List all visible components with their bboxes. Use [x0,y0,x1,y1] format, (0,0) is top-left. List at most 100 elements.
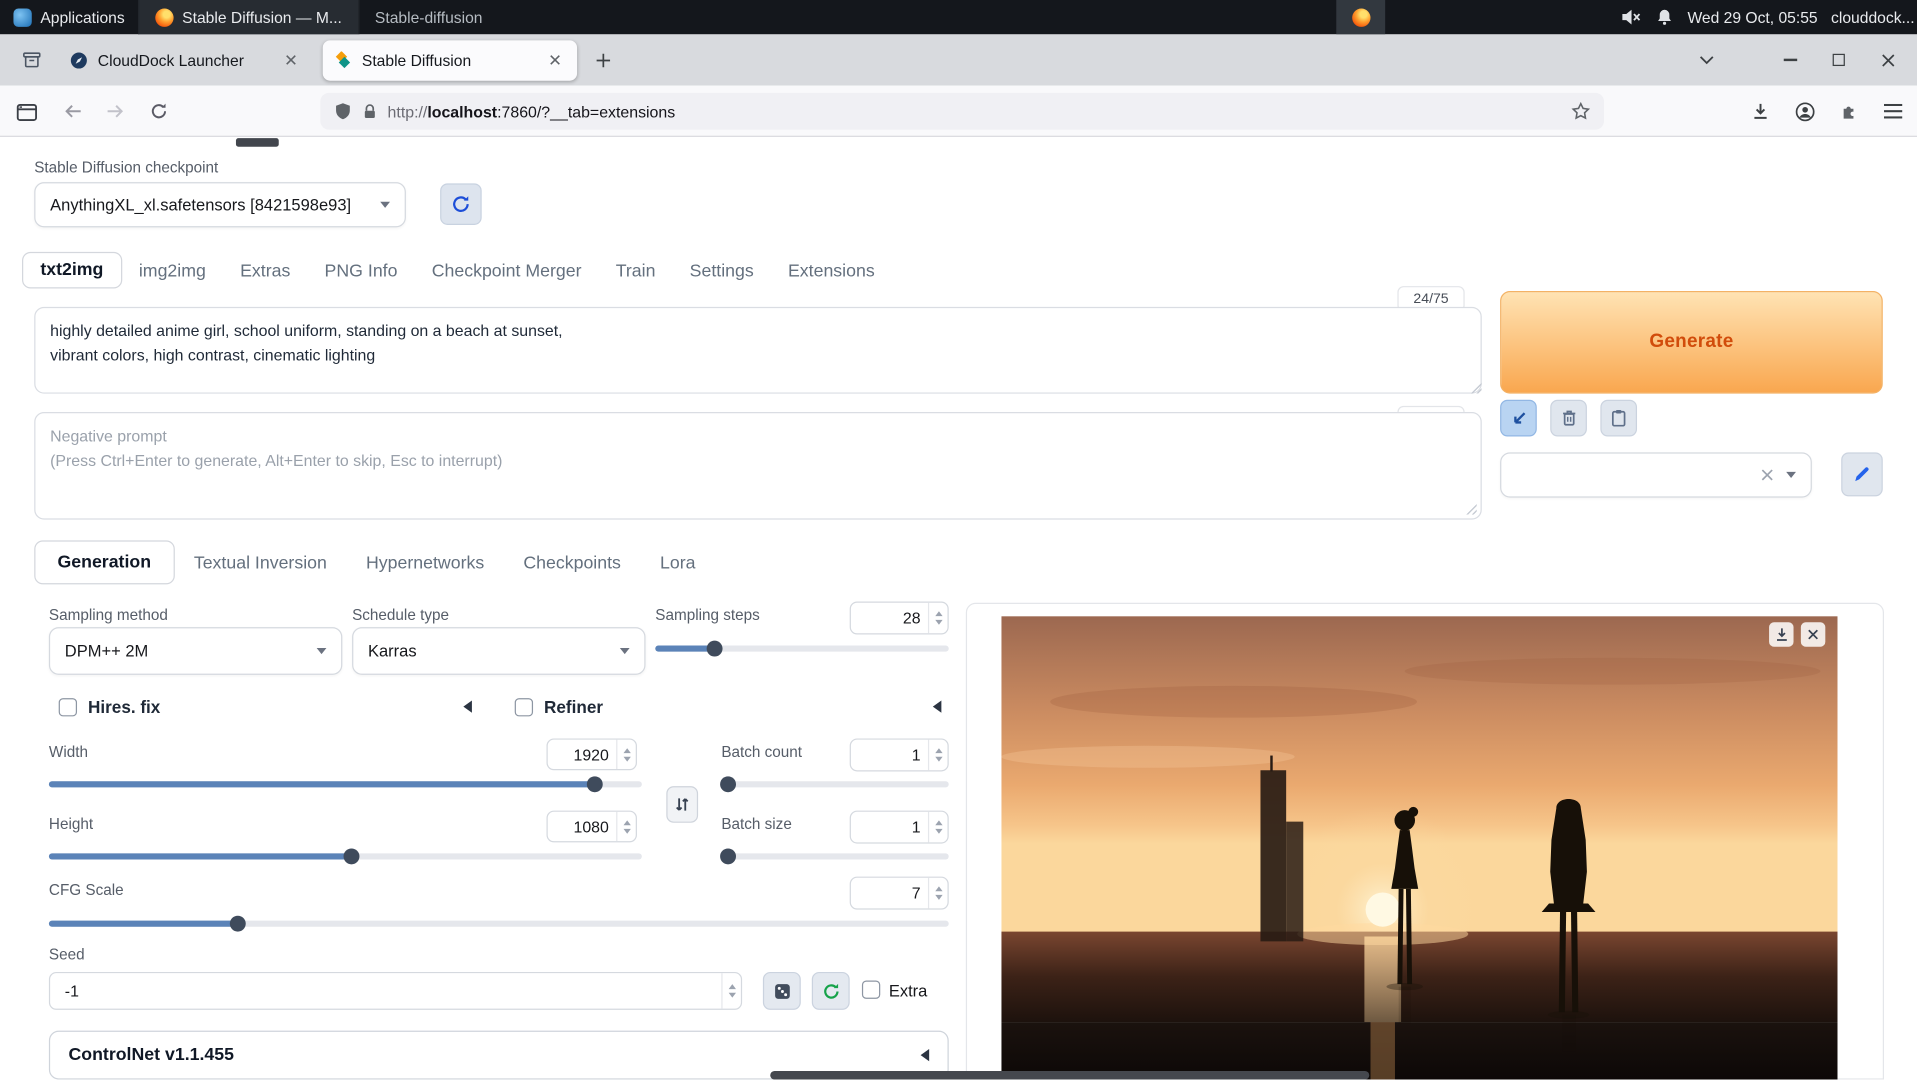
taskbar-window-firefox[interactable]: Stable Diffusion — M... [138,0,358,34]
height-slider[interactable] [49,847,642,864]
number-stepper[interactable] [616,812,636,841]
tab-settings[interactable]: Settings [673,254,771,288]
sampling-steps-slider[interactable] [655,639,948,656]
sampling-steps-input[interactable]: 28 [850,602,949,635]
refresh-checkpoint-button[interactable] [440,183,482,225]
sidebar-toggle-button[interactable] [10,95,44,129]
new-tab-button[interactable] [587,44,619,76]
cfg-scale-slider[interactable] [49,914,949,931]
bookmark-star-button[interactable] [1571,101,1591,121]
seed-input[interactable]: -1 [49,972,742,1010]
number-stepper[interactable] [616,740,636,769]
tab-close-button[interactable] [280,49,302,71]
clear-icon[interactable] [1761,468,1774,481]
slider-knob[interactable] [230,915,246,931]
horizontal-scrollbar-thumb[interactable] [770,1071,1369,1080]
site-info-lock-icon[interactable] [362,102,378,120]
swap-dimensions-button[interactable] [666,786,698,823]
extra-seed-checkbox[interactable] [862,981,880,999]
random-seed-button[interactable] [763,972,801,1010]
hires-fix-checkbox[interactable] [59,697,77,715]
maximize-button[interactable] [1822,43,1856,77]
reload-button[interactable] [142,94,176,128]
clock[interactable]: Wed 29 Oct, 05:55 [1687,8,1817,26]
width-slider[interactable] [49,775,642,792]
save-image-button[interactable] [1769,622,1793,646]
edit-styles-button[interactable] [1841,452,1883,496]
refiner-checkbox[interactable] [515,697,533,715]
number-stepper[interactable] [928,740,948,771]
slider-knob[interactable] [720,848,736,864]
checkpoint-dropdown[interactable]: AnythingXL_xl.safetensors [8421598e93] [34,182,406,227]
tab-img2img[interactable]: img2img [122,254,223,288]
tab-extras[interactable]: Extras [223,254,307,288]
tab-close-button[interactable] [544,49,566,71]
downloads-button[interactable] [1743,94,1777,128]
tab-train[interactable]: Train [599,254,673,288]
browser-tab-clouddock[interactable]: CloudDock Launcher [59,40,313,80]
menu-button[interactable] [1875,94,1909,128]
tracking-shield-icon[interactable] [334,101,352,121]
slider-knob[interactable] [586,776,602,792]
batch-count-input[interactable]: 1 [850,738,949,771]
negative-prompt-textarea[interactable]: Negative prompt (Press Ctrl+Enter to gen… [34,412,1482,520]
tab-hypernetworks[interactable]: Hypernetworks [346,543,503,585]
slider-knob[interactable] [720,776,736,792]
slider-track[interactable] [721,853,948,859]
extensions-button[interactable] [1831,94,1865,128]
tab-txt2img[interactable]: txt2img [22,252,122,289]
hires-fix-accordion[interactable]: Hires. fix [37,688,489,725]
prompt-textarea[interactable]: highly detailed anime girl, school unifo… [34,307,1482,394]
taskbar-window-title: Stable Diffusion — M... [182,8,342,26]
tab-checkpoint-merger[interactable]: Checkpoint Merger [415,254,599,288]
slider-knob[interactable] [343,848,359,864]
notifications-bell-icon[interactable] [1656,7,1674,27]
back-button[interactable] [56,94,90,128]
tab-png-info[interactable]: PNG Info [307,254,414,288]
height-input[interactable]: 1080 [546,811,636,843]
account-button[interactable] [1787,94,1821,128]
reuse-seed-button[interactable] [812,972,850,1010]
forward-button[interactable] [98,94,132,128]
minimize-button[interactable] [1773,43,1807,77]
tab-checkpoints[interactable]: Checkpoints [504,543,641,585]
tab-lora[interactable]: Lora [640,543,715,585]
apply-styles-button[interactable] [1600,400,1637,437]
tab-textual-inversion[interactable]: Textual Inversion [174,543,346,585]
refiner-accordion[interactable]: Refiner [507,688,948,725]
styles-dropdown[interactable] [1500,452,1812,497]
volume-muted-icon[interactable] [1620,7,1642,27]
batch-count-slider[interactable] [721,775,948,792]
seed-value: -1 [65,982,79,1000]
width-input[interactable]: 1920 [546,738,636,770]
resize-handle[interactable] [1465,502,1477,514]
taskbar-window-stable-diffusion[interactable]: Stable-diffusion [358,0,499,34]
list-all-tabs-button[interactable] [1690,43,1724,77]
chevron-down-icon [380,202,390,208]
batch-size-input[interactable]: 1 [850,811,949,844]
number-stepper[interactable] [928,878,948,909]
generate-button[interactable]: Generate [1500,291,1883,394]
paste-generation-params-button[interactable] [1500,400,1537,437]
number-stepper[interactable] [721,973,741,1008]
tab-title: Stable Diffusion [362,51,534,69]
url-bar[interactable]: http://localhost:7860/?__tab=extensions [320,93,1604,130]
slider-knob[interactable] [706,640,722,656]
firefox-tray-launcher[interactable] [1336,0,1385,34]
browser-tab-stable-diffusion[interactable]: Stable Diffusion [323,40,577,80]
tab-extensions[interactable]: Extensions [771,254,892,288]
slider-track[interactable] [721,781,948,787]
tab-generation[interactable]: Generation [34,540,174,584]
number-stepper[interactable] [928,812,948,843]
number-stepper[interactable] [928,603,948,634]
applications-menu-button[interactable]: Applications [0,0,138,34]
batch-size-slider[interactable] [721,847,948,864]
cfg-scale-input[interactable]: 7 [850,877,949,910]
sampling-method-dropdown[interactable]: DPM++ 2M [49,627,342,675]
generated-image[interactable] [1001,616,1837,1079]
close-image-button[interactable] [1801,622,1825,646]
firefox-view-button[interactable] [15,43,49,77]
close-window-button[interactable] [1871,43,1905,77]
clear-prompt-button[interactable] [1550,400,1587,437]
schedule-type-dropdown[interactable]: Karras [352,627,645,675]
